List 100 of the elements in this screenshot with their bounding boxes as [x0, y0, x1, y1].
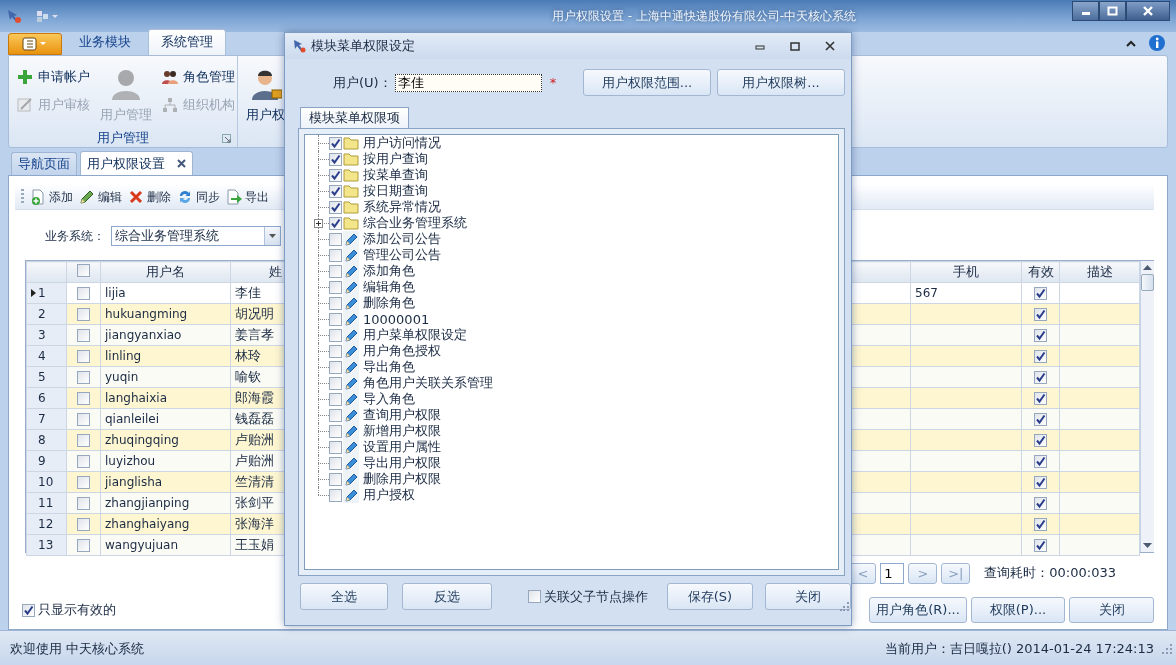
valid-checkbox[interactable]	[1034, 539, 1047, 552]
tree-checkbox[interactable]	[329, 136, 342, 150]
tree-item[interactable]: 删除角色	[359, 294, 415, 312]
tree-item[interactable]: 新增用户权限	[359, 422, 441, 440]
tree-checkbox[interactable]	[329, 424, 342, 438]
dialog-button[interactable]: 全选	[300, 583, 388, 610]
page-field[interactable]: 1	[880, 562, 905, 584]
row-checkbox[interactable]	[77, 413, 90, 426]
tree-checkbox[interactable]	[329, 360, 342, 374]
tree-item[interactable]: 按日期查询	[359, 182, 428, 200]
toolbar-button[interactable]: 编辑	[79, 187, 122, 207]
dialog-launcher-icon[interactable]	[222, 134, 231, 143]
quick-access-icon[interactable]	[36, 9, 58, 23]
tree-checkbox[interactable]	[329, 168, 342, 182]
tree-item[interactable]: 系统异常情况	[359, 198, 441, 216]
toolbar-button[interactable]: 删除	[128, 187, 171, 207]
tree-checkbox[interactable]	[329, 280, 342, 294]
ribbon-button[interactable]: 角色管理	[160, 68, 237, 86]
tree-item[interactable]: 导出用户权限	[359, 454, 441, 472]
close-button[interactable]	[1126, 1, 1170, 21]
valid-checkbox[interactable]	[1034, 518, 1047, 531]
row-checkbox[interactable]	[77, 371, 90, 384]
select-all-checkbox[interactable]	[77, 264, 90, 277]
app-icon[interactable]	[6, 8, 22, 24]
row-checkbox[interactable]	[77, 329, 90, 342]
tree-item[interactable]: 添加角色	[359, 262, 415, 280]
column-header[interactable]: 手机	[953, 264, 979, 279]
tree-item[interactable]: 用户角色授权	[359, 342, 441, 360]
tree-item[interactable]: 导入角色	[359, 390, 415, 408]
dialog-button[interactable]: 用户权限树...	[717, 69, 845, 96]
tree-checkbox[interactable]	[329, 312, 342, 326]
row-checkbox[interactable]	[77, 455, 90, 468]
tree-checkbox[interactable]	[329, 264, 342, 278]
valid-checkbox[interactable]	[1034, 329, 1047, 342]
business-system-dropdown[interactable]: 综合业务管理系统	[111, 226, 281, 246]
tree-item[interactable]: 删除用户权限	[359, 470, 441, 488]
tree-item[interactable]: 综合业务管理系统	[359, 214, 467, 232]
toolbar-button[interactable]: 同步	[177, 187, 220, 207]
valid-checkbox[interactable]	[1034, 434, 1047, 447]
scroll-thumb[interactable]	[1141, 274, 1154, 291]
tree-item[interactable]: 导出角色	[359, 358, 415, 376]
document-tab[interactable]: 导航页面	[11, 152, 77, 175]
dialog-button[interactable]: 保存(S)	[667, 583, 753, 610]
action-button[interactable]: 权限(P)...	[971, 597, 1065, 623]
dialog-button[interactable]: 关闭	[765, 583, 851, 610]
valid-checkbox[interactable]	[1034, 287, 1047, 300]
tree-item[interactable]: 编辑角色	[359, 278, 415, 296]
scroll-up-icon[interactable]	[1143, 265, 1152, 270]
only-valid-checkbox[interactable]	[22, 603, 35, 617]
valid-checkbox[interactable]	[1034, 350, 1047, 363]
ribbon-tab[interactable]: 系统管理	[148, 29, 226, 55]
tree-item[interactable]: 查询用户权限	[359, 406, 441, 424]
valid-checkbox[interactable]	[1034, 308, 1047, 321]
tree-checkbox[interactable]	[329, 184, 342, 198]
tree-item[interactable]: 10000001	[359, 311, 430, 327]
toolbar-button[interactable]: 添加	[30, 187, 73, 207]
valid-checkbox[interactable]	[1034, 455, 1047, 468]
valid-checkbox[interactable]	[1034, 392, 1047, 405]
scroll-down-icon[interactable]	[1143, 543, 1152, 548]
link-nodes-checkbox[interactable]	[528, 590, 541, 603]
panel-tab[interactable]: 模块菜单权限项	[300, 107, 409, 128]
ribbon-button[interactable]: 申请帐户	[15, 68, 92, 86]
tree-item[interactable]: 角色用户关联关系管理	[359, 374, 493, 392]
row-checkbox[interactable]	[77, 497, 90, 510]
tree-checkbox[interactable]	[329, 232, 342, 246]
document-tab[interactable]: 用户权限设置	[80, 151, 193, 175]
tree-item[interactable]: 按菜单查询	[359, 166, 428, 184]
tree-item[interactable]: 用户授权	[359, 486, 415, 504]
tree-checkbox[interactable]	[329, 344, 342, 358]
column-header[interactable]: 姓	[269, 264, 282, 279]
action-button[interactable]: 用户角色(R)...	[869, 597, 967, 623]
row-checkbox[interactable]	[77, 476, 90, 489]
dialog-button[interactable]: 用户权限范围...	[583, 69, 711, 96]
row-checkbox[interactable]	[77, 434, 90, 447]
collapse-ribbon-icon[interactable]	[1126, 39, 1136, 47]
tree-item[interactable]: 用户菜单权限设定	[359, 326, 467, 344]
close-icon[interactable]	[177, 159, 186, 168]
dialog-button[interactable]: 反选	[402, 583, 492, 610]
scrollbar[interactable]	[1140, 261, 1154, 552]
maximize-button[interactable]	[1099, 1, 1126, 21]
user-field[interactable]: 李佳	[394, 73, 542, 92]
valid-checkbox[interactable]	[1034, 497, 1047, 510]
tree-checkbox[interactable]	[329, 296, 342, 310]
tree-checkbox[interactable]	[329, 472, 342, 486]
row-checkbox[interactable]	[77, 539, 90, 552]
tree-expander-icon[interactable]	[314, 219, 323, 228]
app-menu-button[interactable]	[8, 33, 62, 55]
tree-checkbox[interactable]	[329, 216, 342, 230]
tree-checkbox[interactable]	[329, 376, 342, 390]
tree-item[interactable]: 添加公司公告	[359, 230, 441, 248]
row-checkbox[interactable]	[77, 287, 90, 300]
tree-checkbox[interactable]	[329, 440, 342, 454]
ribbon-tab[interactable]: 业务模块	[66, 29, 144, 55]
tree-checkbox[interactable]	[329, 152, 342, 166]
tree-checkbox[interactable]	[329, 488, 342, 502]
tree-item[interactable]: 设置用户属性	[359, 438, 441, 456]
toolbar-button[interactable]: 导出	[226, 187, 269, 207]
valid-checkbox[interactable]	[1034, 371, 1047, 384]
row-checkbox[interactable]	[77, 518, 90, 531]
tree-checkbox[interactable]	[329, 328, 342, 342]
